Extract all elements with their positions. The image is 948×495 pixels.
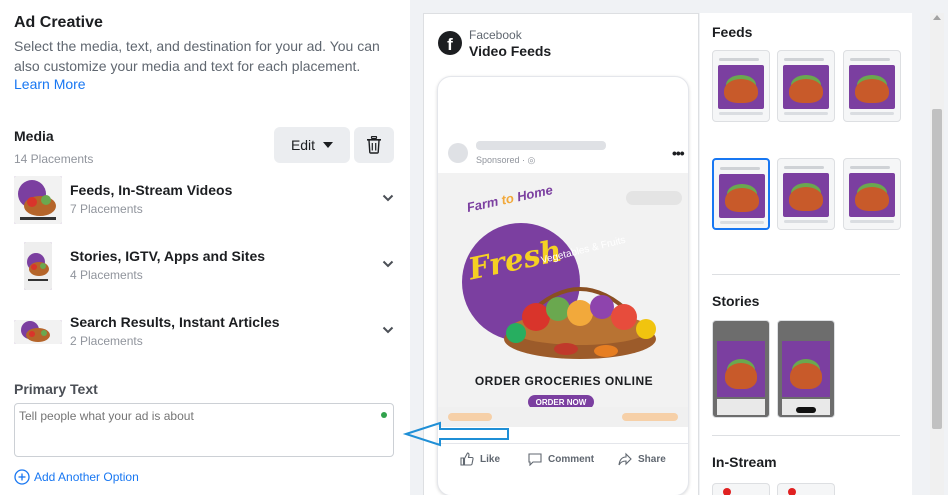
feeds-thumbnail-selected[interactable] — [712, 158, 770, 230]
caret-down-icon — [323, 142, 334, 148]
section-description: Select the media, text, and destination … — [14, 38, 380, 74]
delete-media-button[interactable] — [354, 127, 394, 163]
ads-manager-screen: Ad Creative Select the media, text, and … — [0, 0, 948, 495]
feeds-section-label: Feeds — [712, 24, 753, 40]
chevron-down-icon[interactable] — [382, 260, 394, 268]
ad-creative-panel: Ad Creative Select the media, text, and … — [0, 0, 410, 495]
globe-icon: ◎ — [527, 155, 536, 165]
platform-name: Facebook — [469, 28, 522, 42]
ad-creative-image[interactable]: Farm to Home Fresh Vegetables & Fruits O… — [438, 173, 688, 415]
status-dot — [381, 412, 387, 418]
placement-row-feeds[interactable]: Feeds, In-Stream Videos 7 Placements — [14, 176, 394, 234]
placement-count: 2 Placements — [70, 334, 143, 348]
placement-count: 4 Placements — [70, 268, 143, 282]
add-another-option-button[interactable]: Add Another Option — [14, 469, 139, 485]
feeds-thumbnail-5[interactable] — [777, 158, 835, 230]
footer-phone — [622, 413, 678, 421]
edit-button-label: Edit — [290, 137, 316, 153]
brand-logo — [626, 191, 682, 205]
section-title: Ad Creative — [14, 14, 103, 31]
like-button[interactable]: Like — [460, 452, 500, 466]
facebook-icon: f — [438, 31, 462, 55]
stories-section-label: Stories — [712, 293, 760, 309]
sponsored-label: Sponsored · ◎ — [476, 155, 536, 165]
placement-title: Video Feeds — [469, 43, 552, 59]
media-label: Media — [14, 128, 54, 144]
feeds-thumbnail-6[interactable] — [843, 158, 901, 230]
comment-button[interactable]: Comment — [528, 452, 594, 466]
instream-thumbnail-1[interactable] — [712, 483, 770, 495]
instream-section-label: In-Stream — [712, 454, 777, 470]
scrollbar[interactable] — [930, 13, 944, 495]
feeds-thumbnail — [14, 176, 62, 224]
page-avatar — [448, 143, 468, 163]
comment-icon — [528, 453, 542, 466]
creative-headline: ORDER GROCERIES ONLINE — [474, 374, 654, 388]
page-name-blurred — [476, 141, 606, 150]
feeds-thumbnail-3[interactable] — [843, 50, 901, 122]
instream-thumbnail-2[interactable] — [777, 483, 835, 495]
placement-row-search[interactable]: Search Results, Instant Articles 2 Place… — [14, 314, 394, 366]
scrollbar-thumb[interactable] — [932, 109, 942, 429]
vegetable-basket-image — [504, 287, 656, 359]
creative-tagline: Farm to Home — [465, 182, 555, 215]
placement-name: Stories, IGTV, Apps and Sites — [70, 248, 266, 264]
stories-thumbnail — [24, 242, 52, 290]
share-button[interactable]: Share — [618, 452, 666, 466]
chevron-down-icon[interactable] — [382, 194, 394, 202]
search-results-thumbnail — [14, 320, 62, 344]
section-divider — [712, 274, 900, 275]
add-option-label: Add Another Option — [34, 470, 139, 484]
share-icon — [618, 452, 632, 466]
scroll-up-arrow-icon[interactable] — [933, 15, 941, 20]
stories-thumbnail-1[interactable] — [712, 320, 770, 418]
section-divider — [712, 435, 900, 436]
placement-count: 7 Placements — [70, 202, 143, 216]
chevron-down-icon[interactable] — [382, 326, 394, 334]
placement-name: Search Results, Instant Articles — [70, 314, 280, 330]
media-placement-count: 14 Placements — [14, 152, 94, 166]
edit-media-button[interactable]: Edit — [274, 127, 350, 163]
feeds-thumbnail-2[interactable] — [777, 50, 835, 122]
placements-thumbnail-panel: Feeds Stories In-Stream — [700, 13, 912, 495]
plus-circle-icon — [14, 469, 30, 485]
learn-more-link[interactable]: Learn More — [14, 76, 86, 92]
annotation-arrow-icon — [402, 421, 509, 447]
trash-icon — [367, 136, 381, 154]
placement-row-stories[interactable]: Stories, IGTV, Apps and Sites 4 Placemen… — [14, 242, 394, 300]
placement-name: Feeds, In-Stream Videos — [70, 182, 233, 198]
more-options-icon[interactable]: ••• — [672, 145, 685, 161]
feeds-thumbnail-1[interactable] — [712, 50, 770, 122]
stories-thumbnail-2[interactable] — [777, 320, 835, 418]
primary-text-input[interactable] — [14, 403, 394, 457]
like-icon — [460, 452, 474, 466]
primary-text-label: Primary Text — [14, 381, 98, 397]
